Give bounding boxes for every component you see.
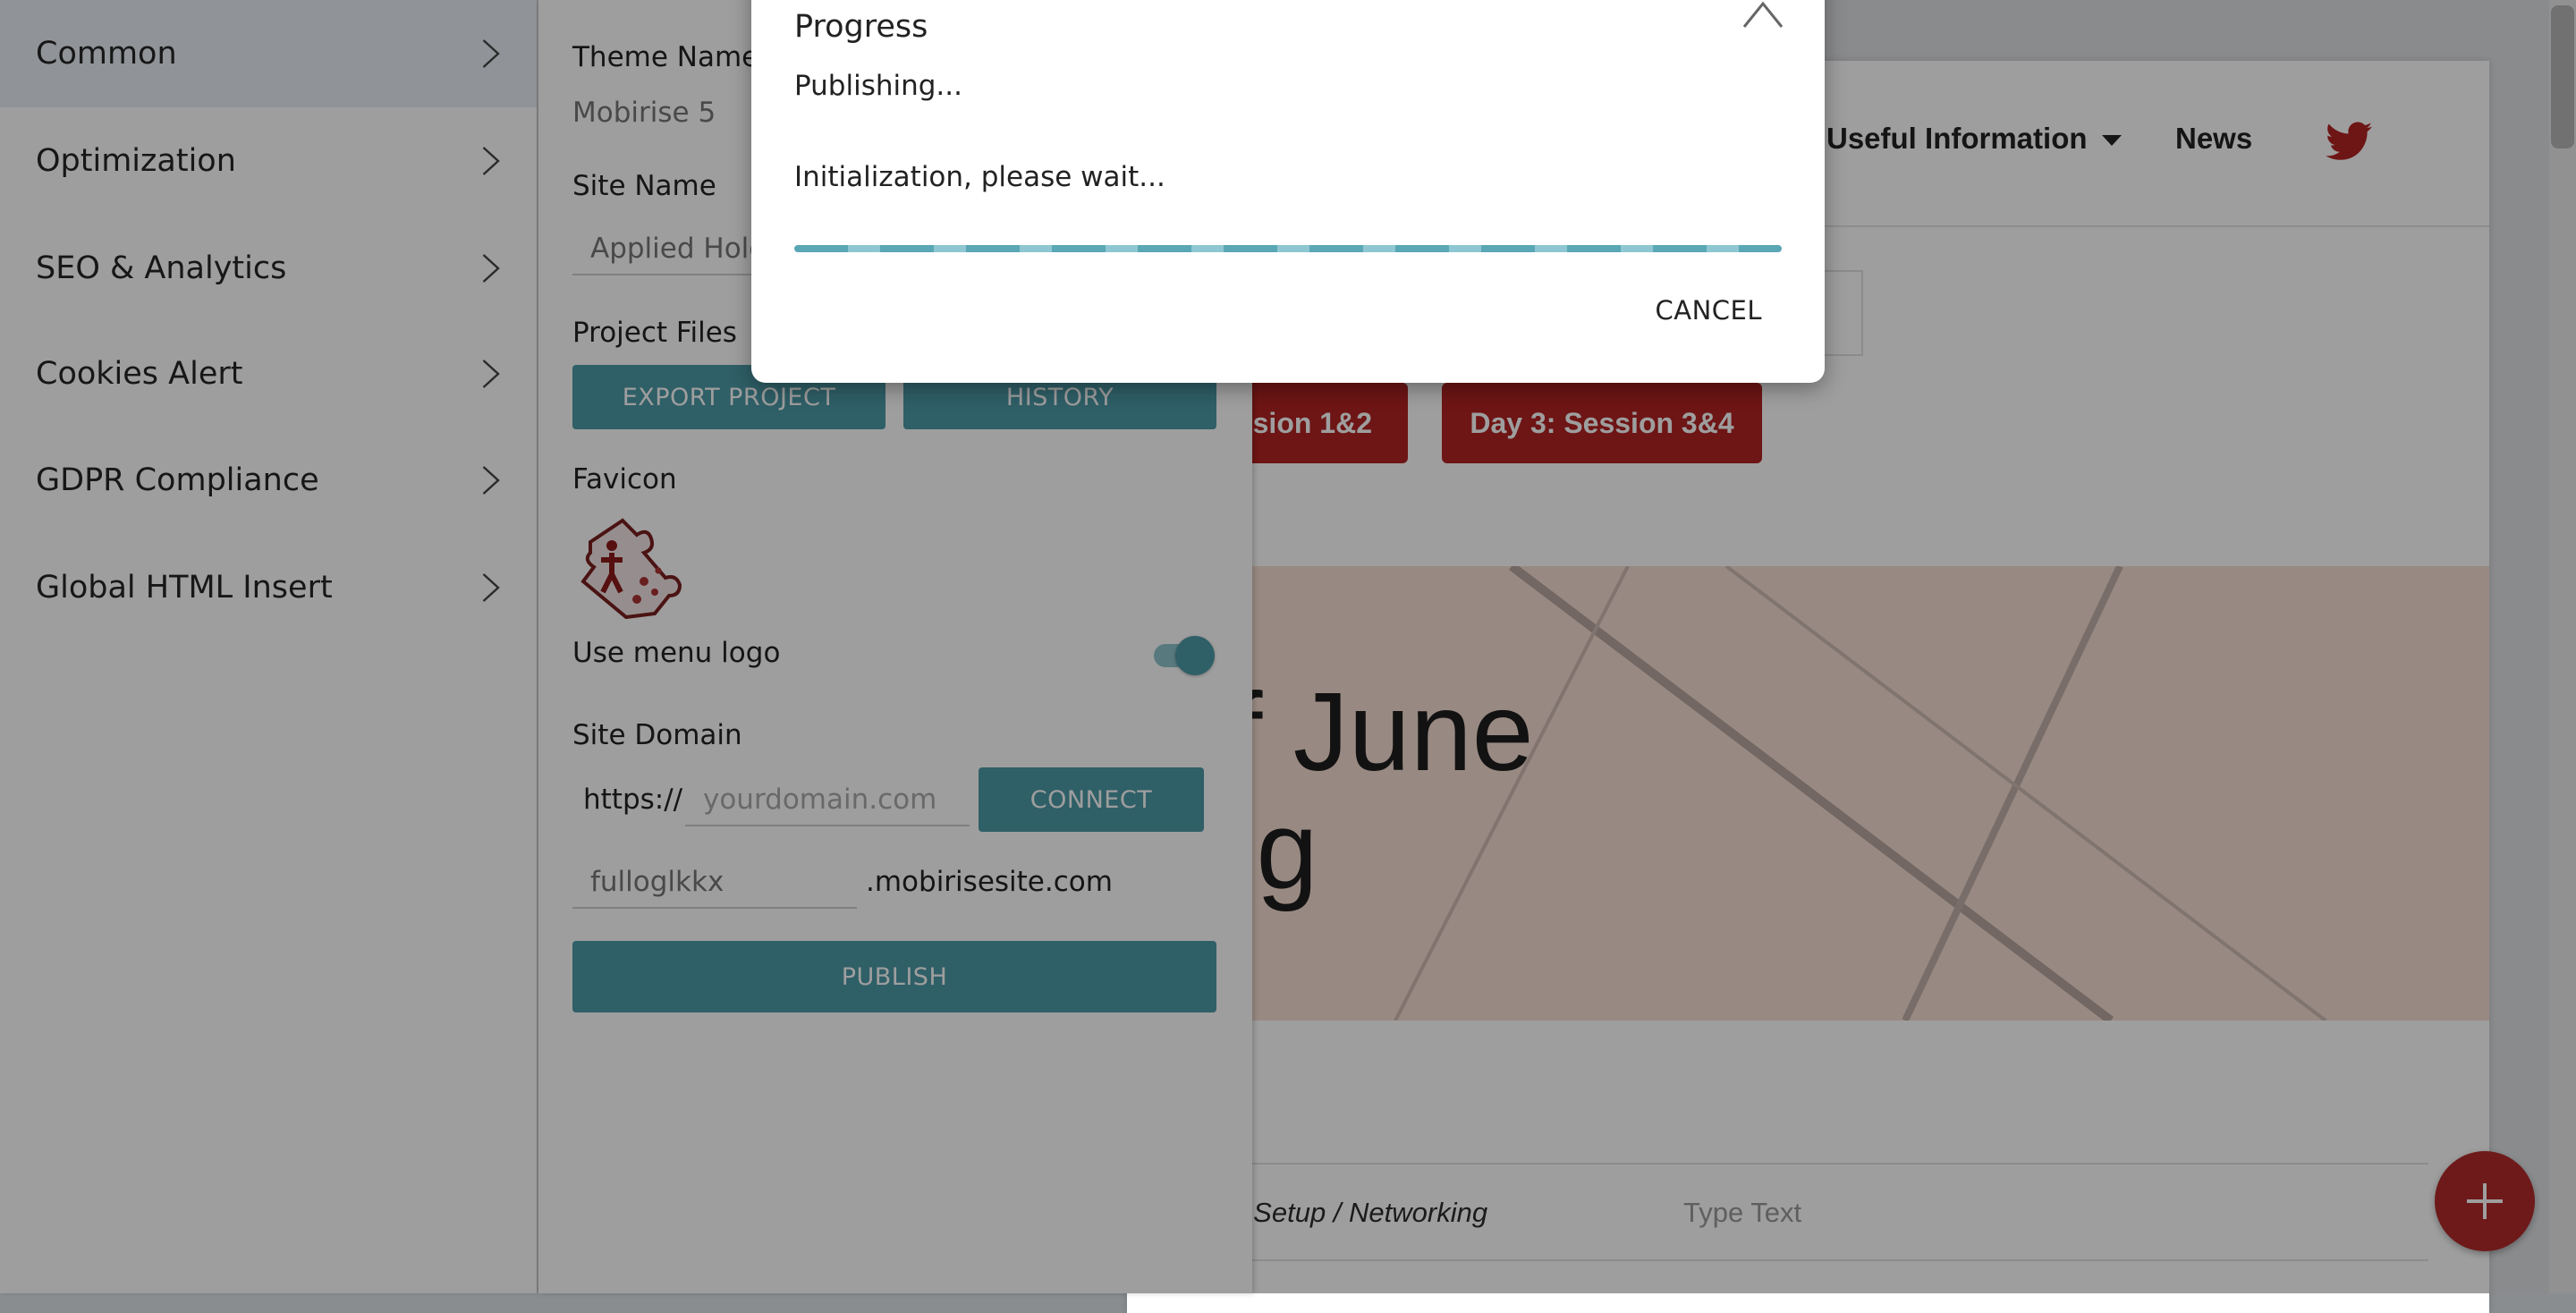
progress-dialog: Progress Publishing... Initialization, p… xyxy=(751,0,1825,383)
progress-bar xyxy=(794,245,1782,252)
dialog-status-text: Publishing... xyxy=(794,70,962,102)
dialog-detail-text: Initialization, please wait... xyxy=(794,161,1165,193)
cancel-button[interactable]: CANCEL xyxy=(1655,295,1762,326)
dialog-title: Progress xyxy=(794,9,928,45)
close-icon[interactable] xyxy=(1741,0,1785,30)
